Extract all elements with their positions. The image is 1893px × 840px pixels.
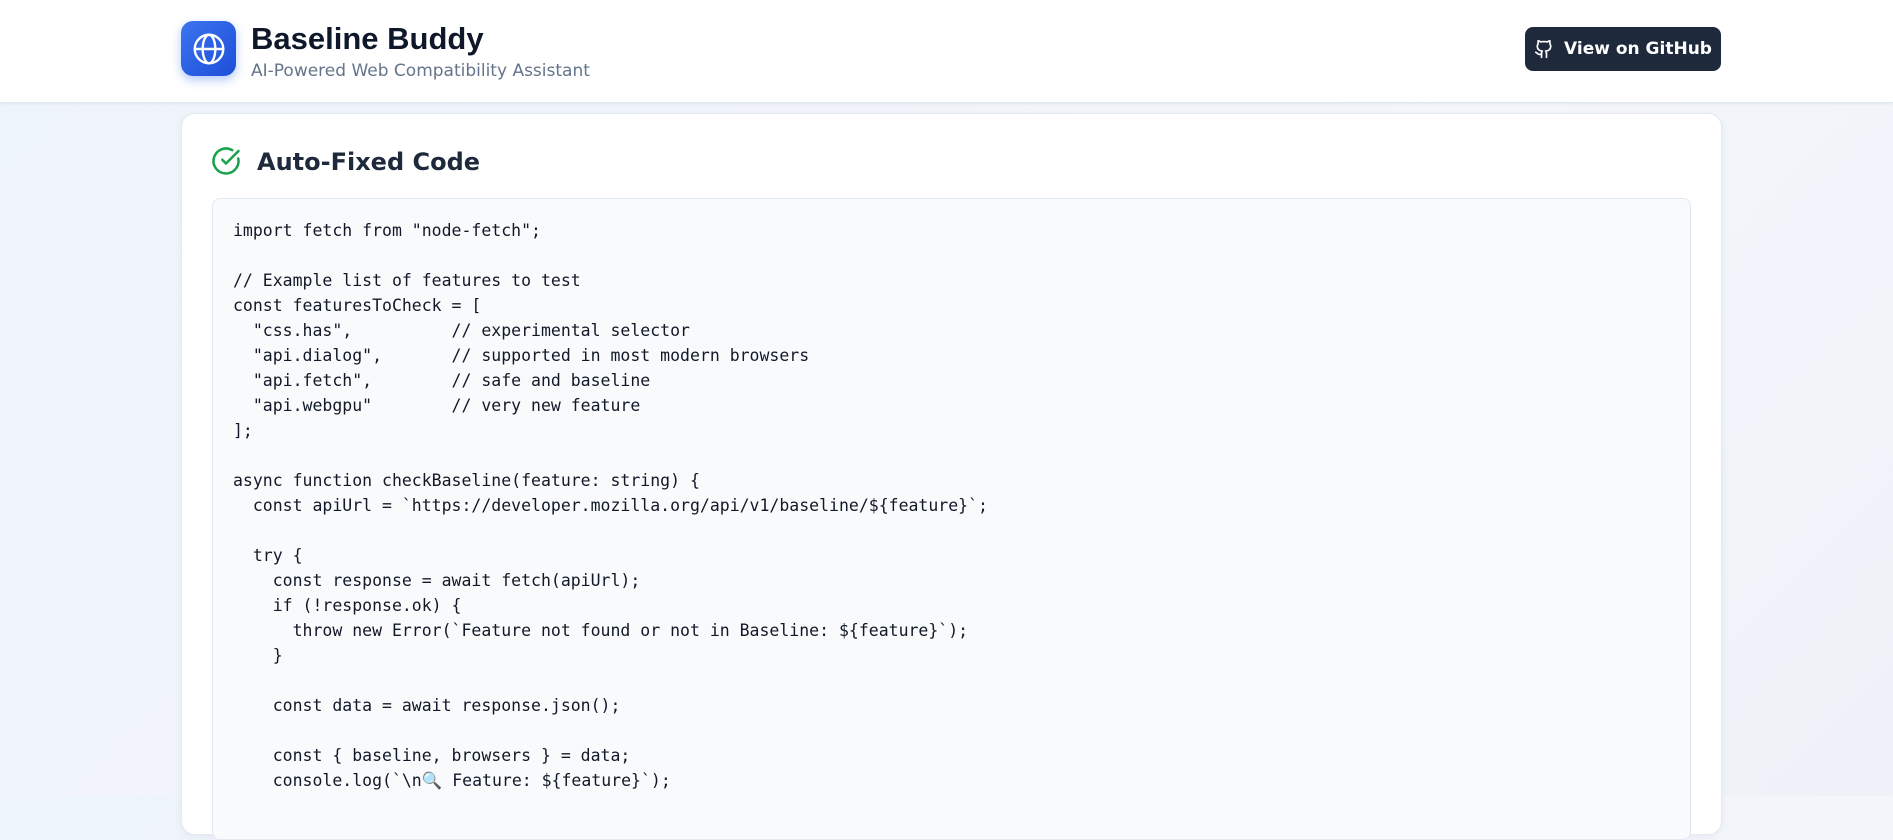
app-subtitle: AI-Powered Web Compatibility Assistant [251, 61, 590, 81]
card-title: Auto-Fixed Code [257, 148, 481, 176]
globe-icon [193, 33, 224, 64]
check-circle-icon [212, 147, 240, 175]
code-block[interactable]: import fetch from "node-fetch"; // Examp… [212, 198, 1691, 840]
auto-fixed-code-card: Auto-Fixed Code import fetch from "node-… [181, 113, 1722, 840]
code-content[interactable]: import fetch from "node-fetch"; // Examp… [213, 199, 1690, 812]
logo [181, 21, 236, 76]
view-on-github-button[interactable]: View on GitHub [1525, 27, 1721, 71]
github-icon [1534, 39, 1552, 59]
app-title: Baseline Buddy [251, 21, 484, 56]
app-header: Baseline Buddy AI-Powered Web Compatibil… [0, 0, 1893, 103]
view-on-github-label: View on GitHub [1564, 39, 1712, 59]
